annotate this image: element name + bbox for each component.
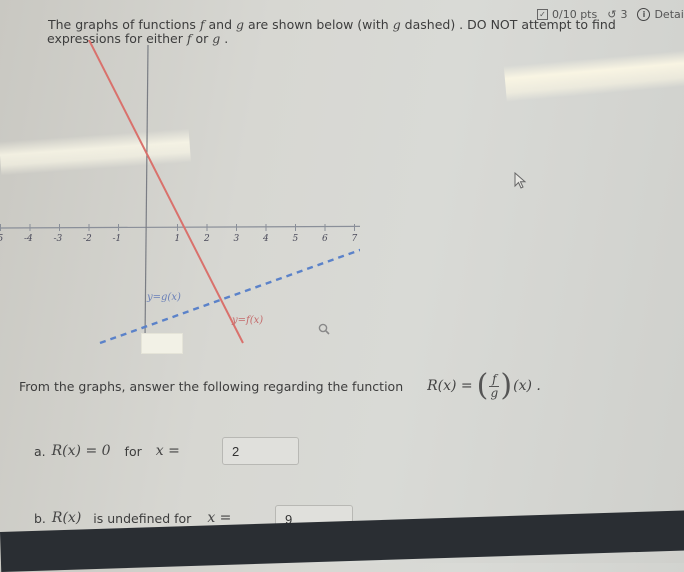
x-tick-label: -1 [113, 234, 122, 244]
part-a-expression: R(x) = 0 [51, 443, 111, 459]
question-label: From the graphs, answer the following re… [19, 378, 404, 394]
denominator: g [490, 385, 499, 400]
x-tick-label: 2 [203, 234, 210, 244]
g-label: y=g(x) [146, 292, 181, 303]
right-paren: ) [500, 368, 513, 403]
x-axis [0, 225, 360, 229]
part-a: a. R(x) = 0 for x = [34, 443, 180, 459]
x-tick-label: -2 [83, 234, 92, 244]
part-a-label: a. [34, 443, 46, 459]
part-b-variable: x = [207, 510, 232, 526]
fraction: f g [489, 371, 500, 400]
mouse-cursor-icon [514, 172, 527, 189]
screen-glare [503, 50, 684, 102]
x-tick-label: 3 [234, 234, 240, 244]
image-thumbnail[interactable] [141, 333, 183, 354]
numerator: f [492, 371, 497, 386]
left-paren: ( [476, 368, 489, 403]
r-formula: R(x) = ( f g ) (x) . [427, 371, 541, 401]
x-tick-label: -5 [0, 234, 4, 244]
function-graph: -5-4-3-2-112345678910 y=g(x) y=f(x) [0, 40, 360, 345]
search-icon[interactable] [318, 323, 330, 335]
x-tick-label: 1 [175, 234, 181, 244]
g-symbol: g [235, 17, 244, 32]
attempts-count: 3 [620, 8, 628, 21]
part-b-expression: R(x) [51, 510, 82, 526]
question-text: From the graphs, answer the following re… [19, 371, 541, 401]
x-tick-label: 6 [322, 234, 328, 244]
x-tick-label: -4 [24, 234, 33, 244]
info-icon[interactable]: i [637, 8, 651, 21]
answer-input-a[interactable]: 2 [222, 437, 299, 465]
x-tick-label: -3 [54, 234, 63, 244]
prompt-text: The graphs of functions [48, 17, 200, 32]
f-label: y=f(x) [231, 315, 263, 326]
x-tick-label: 7 [352, 234, 358, 244]
part-b-label: b. [34, 510, 46, 526]
prompt-text: are shown below (with [244, 17, 393, 32]
part-b-text: is undefined for [93, 510, 192, 526]
part-a-variable: x = [155, 443, 180, 459]
details-link[interactable]: Details [654, 8, 684, 21]
formula-rhs: (x) . [513, 378, 541, 394]
g-symbol: g [392, 17, 401, 32]
part-a-for: for [124, 443, 142, 459]
prompt-text: dashed) . DO NOT attempt to find [400, 17, 616, 32]
prompt-text: and [204, 17, 236, 32]
x-tick-label: 4 [262, 234, 269, 244]
formula-lhs: R(x) = [427, 378, 473, 394]
part-b: b. R(x) is undefined for x = [34, 510, 231, 526]
x-tick-label: 5 [293, 234, 299, 244]
